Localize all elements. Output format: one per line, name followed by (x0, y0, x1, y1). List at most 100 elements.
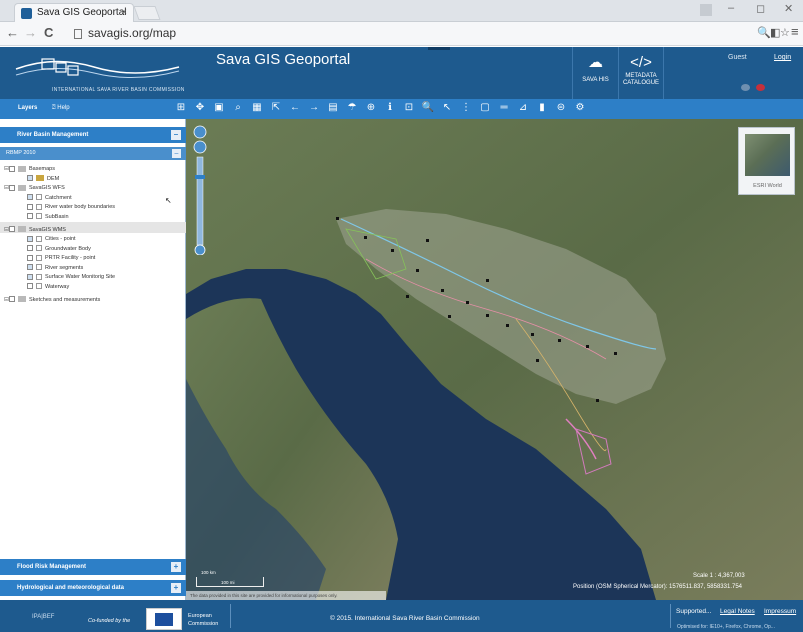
zoom-graphic (193, 125, 207, 256)
browser-menu-icon[interactable]: ≡ (791, 24, 799, 39)
pointer-icon[interactable]: ↖ (440, 101, 454, 115)
identify-icon[interactable]: ⊕ (364, 101, 378, 115)
layer-checkbox[interactable] (9, 226, 15, 233)
settings-icon[interactable]: ⚙ (573, 101, 587, 115)
user-profile-icon[interactable] (700, 4, 712, 16)
browser-tab[interactable]: Sava GIS Geoportal × (14, 3, 134, 22)
layers-tab[interactable]: Layers (18, 105, 37, 111)
esri-world-basemap-switcher[interactable]: ESRI World (738, 127, 795, 195)
layer-item[interactable]: Groundwater Body (22, 245, 91, 254)
minimize-button[interactable]: – (728, 2, 734, 14)
sava-his-button[interactable]: ☁ SAVA HIS (572, 47, 618, 99)
layer-checkbox[interactable] (27, 203, 33, 210)
folder-icon (18, 226, 26, 233)
legal-notes-link[interactable]: Legal Notes (720, 608, 755, 615)
collapse-icon[interactable]: – (172, 149, 181, 158)
layer-checkbox[interactable] (27, 273, 33, 280)
help-link[interactable]: ⍰ Help (52, 105, 70, 112)
impressum-link[interactable]: Impressum (764, 608, 796, 615)
layer-label: Waterway (45, 283, 70, 290)
map-graphic (186, 119, 803, 600)
map-canvas[interactable] (186, 119, 803, 600)
next-view-icon[interactable]: → (307, 101, 321, 115)
new-tab-button[interactable] (133, 6, 161, 20)
folder-icon (18, 184, 26, 191)
measure-icon[interactable]: ▦ (250, 101, 264, 115)
zoom-control[interactable] (193, 125, 207, 256)
layer-item[interactable]: PRTR Facility - point (22, 254, 95, 263)
layer-checkbox[interactable] (9, 296, 15, 303)
layer-item[interactable]: Cities - point (22, 235, 76, 244)
rbmp-2010-section[interactable]: RBMP 2010 – (0, 147, 186, 160)
supported-link[interactable]: Supported... (676, 608, 711, 615)
reload-button[interactable]: C (44, 25, 53, 40)
layers-toggle-icon[interactable]: ⊞ (174, 101, 188, 115)
layer-item[interactable]: ⊟ SavaGIS WMS (4, 226, 66, 235)
triangle-tool-icon[interactable]: ⊿ (516, 101, 530, 115)
layer-checkbox[interactable] (27, 245, 33, 252)
hydro-meteo-section[interactable]: Hydrological and meteorological data + (0, 580, 186, 596)
expand-icon[interactable]: + (171, 562, 181, 572)
layer-item[interactable]: Surface Water Monitorig Site (22, 273, 115, 282)
print-icon[interactable]: ▤ (326, 101, 340, 115)
extension-icon[interactable]: ◧ (770, 26, 780, 39)
layer-item[interactable]: DEM (22, 175, 59, 184)
layer-item[interactable]: ⊟ SavaGIS WFS (4, 184, 65, 193)
tab-title: Sava GIS Geoportal (37, 7, 127, 18)
layer-checkbox[interactable] (9, 184, 15, 191)
forward-button[interactable]: → (24, 25, 37, 40)
info-icon[interactable]: ℹ (383, 101, 397, 115)
zoom-extent-icon[interactable]: ⇱ (269, 101, 283, 115)
layer-checkbox[interactable] (27, 254, 33, 261)
line-tool-icon[interactable]: ═ (497, 101, 511, 115)
search-icon[interactable]: 🔍 (421, 101, 435, 115)
code-icon: </> (630, 54, 652, 71)
bookmark-star-icon[interactable]: ☆ (780, 26, 790, 39)
layer-checkbox[interactable] (27, 213, 33, 220)
browser-toolbar: ← → C savagis.org/map 🔍 ◧ ☆ ≡ (0, 22, 803, 46)
data-notice: The data provided in this site are provi… (186, 591, 386, 600)
pan-icon[interactable]: ✥ (193, 101, 207, 115)
river-basin-management-section[interactable]: River Basin Management – (0, 127, 186, 143)
weather-icon[interactable]: ☂ (345, 101, 359, 115)
maximize-button[interactable]: ◻ (756, 2, 765, 15)
layer-checkbox[interactable] (27, 175, 33, 182)
bar-tool-icon[interactable]: ▮ (535, 101, 549, 115)
layer-checkbox[interactable] (27, 264, 33, 271)
grid-icon[interactable]: ⋮ (459, 101, 473, 115)
layer-item[interactable]: River segments (22, 264, 83, 273)
address-bar[interactable]: savagis.org/map (70, 24, 750, 43)
login-link[interactable]: Login (774, 54, 791, 61)
layer-label: Catchment (45, 194, 72, 201)
layer-item[interactable]: ⊟ Sketches and measurements (4, 296, 100, 305)
layer-checkbox[interactable] (27, 235, 33, 242)
tab-close-icon[interactable]: × (121, 4, 127, 22)
zoom-box-icon[interactable]: ▣ (212, 101, 226, 115)
layer-checkbox[interactable] (9, 165, 15, 172)
collapse-icon[interactable]: – (171, 130, 181, 140)
layer-checkbox[interactable] (27, 283, 33, 290)
eu-flag-icon (146, 608, 182, 630)
previous-view-icon[interactable]: ← (288, 101, 302, 115)
database-icon[interactable]: ⊜ (554, 101, 568, 115)
layer-item[interactable]: ⊟ Basemaps (4, 165, 55, 174)
close-window-button[interactable]: ✕ (784, 2, 793, 15)
layer-label: Sketches and measurements (29, 296, 101, 303)
zoom-in-icon[interactable]: ⌕ (231, 101, 245, 115)
expand-icon[interactable]: + (171, 583, 181, 593)
eu-line-1: European (188, 613, 212, 619)
language-flag-icon[interactable] (741, 84, 750, 91)
metadata-catalogue-button[interactable]: </> METADATA CATALOGUE (618, 47, 664, 99)
uk-flag-icon[interactable] (756, 84, 765, 91)
layer-item[interactable]: Catchment (22, 194, 72, 203)
rbmp-label: RBMP 2010 (6, 150, 36, 156)
layer-item[interactable]: River water body boundaries (22, 203, 115, 212)
layer-item[interactable]: SubBasin (22, 213, 69, 222)
frame-icon[interactable]: ▢ (478, 101, 492, 115)
flood-risk-section[interactable]: Flood Risk Management + (0, 559, 186, 575)
select-icon[interactable]: ⊡ (402, 101, 416, 115)
zoom-icon[interactable]: 🔍 (757, 26, 771, 39)
layer-checkbox[interactable] (27, 194, 33, 201)
back-button[interactable]: ← (6, 25, 19, 40)
layer-item[interactable]: Waterway (22, 283, 69, 292)
